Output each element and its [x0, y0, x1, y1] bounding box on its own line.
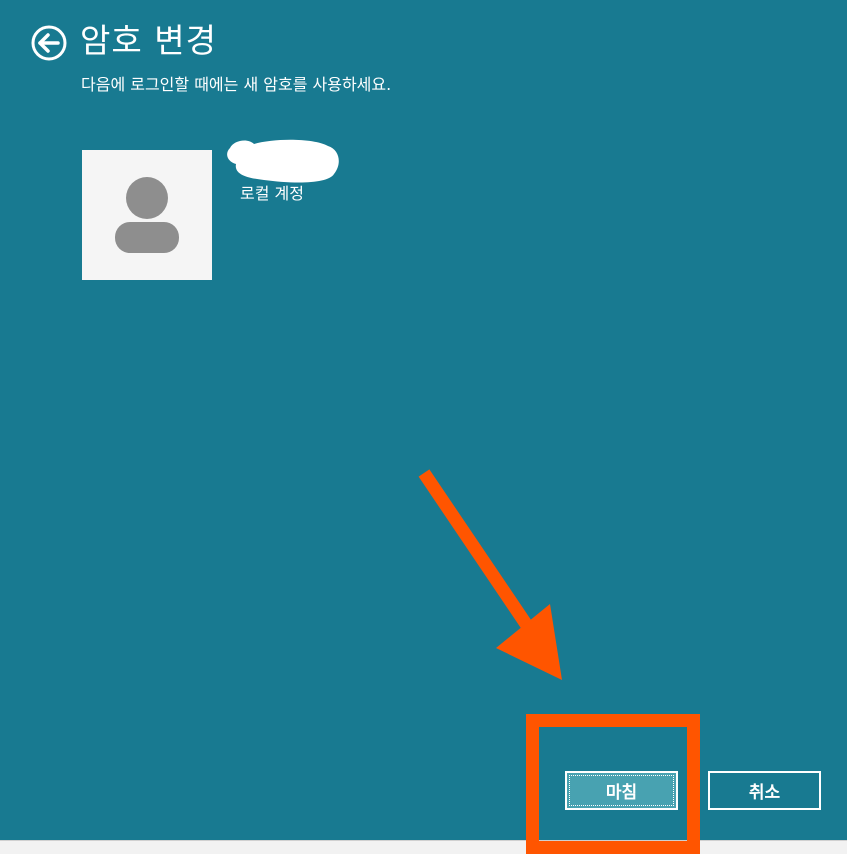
change-password-window: 암호 변경 다음에 로그인할 때에는 새 암호를 사용하세요. 로컬 계정 마침…	[0, 0, 847, 840]
window-bottom-edge	[0, 840, 847, 854]
finish-button[interactable]: 마침	[565, 771, 678, 810]
page-subtitle: 다음에 로그인할 때에는 새 암호를 사용하세요.	[81, 75, 392, 94]
cancel-button[interactable]: 취소	[708, 771, 821, 810]
back-button[interactable]	[31, 25, 67, 61]
page-title: 암호 변경	[80, 21, 217, 60]
avatar	[82, 150, 212, 280]
user-silhouette-icon	[115, 177, 179, 253]
back-arrow-icon	[31, 25, 67, 61]
account-name-redaction	[227, 139, 339, 183]
account-type-label: 로컬 계정	[240, 184, 304, 203]
